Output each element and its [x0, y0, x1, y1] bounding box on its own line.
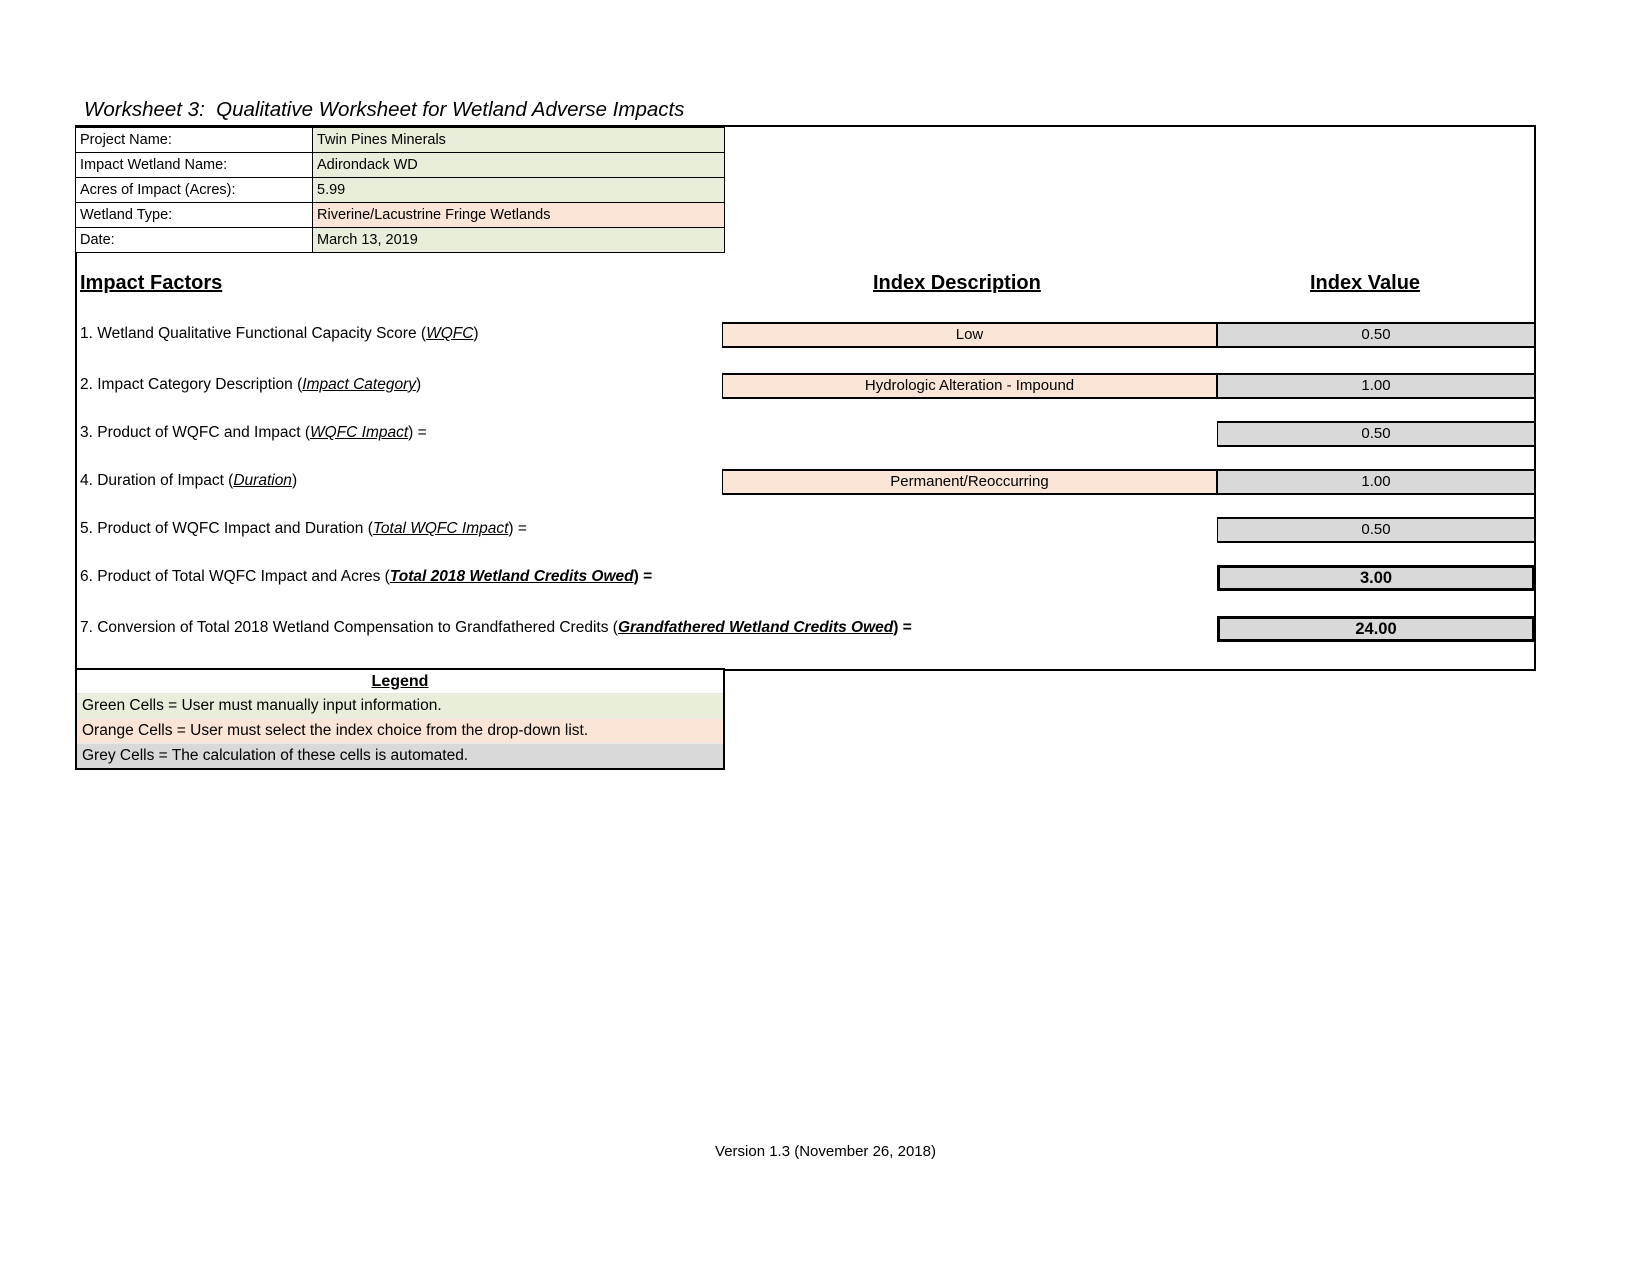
factor-term: Grandfathered Wetland Credits Owed	[617, 619, 894, 636]
factor-label-2: 2. Impact Category Description (Impact C…	[80, 375, 421, 395]
factor-term: WQFC Impact	[310, 424, 409, 441]
factor-text: Impact Category Description (	[97, 376, 303, 393]
info-row-label: Impact Wetland Name:	[75, 152, 313, 178]
factor-label-4: 4. Duration of Impact (Duration)	[80, 471, 297, 491]
index-value-5: 0.50	[1217, 517, 1535, 543]
factor-number: 5.	[80, 520, 98, 537]
factor-number: 3.	[80, 424, 98, 441]
legend-row-orange: Orange Cells = User must select the inde…	[77, 718, 723, 743]
column-header-index-description: Index Description	[873, 272, 1041, 294]
factor-text: Product of WQFC Impact and Duration (	[97, 520, 373, 537]
info-row-label: Acres of Impact (Acres):	[75, 177, 313, 203]
factor-text-after: ) =	[408, 424, 427, 441]
info-row-value-input[interactable]: Adirondack WD	[312, 152, 725, 178]
index-value-7: 24.00	[1217, 616, 1535, 642]
info-row-value-dropdown[interactable]: Riverine/Lacustrine Fringe Wetlands	[312, 202, 725, 228]
index-value-3: 0.50	[1217, 421, 1535, 447]
index-description-dropdown-1[interactable]: Low	[722, 322, 1217, 348]
factor-text-after: ) =	[633, 568, 653, 585]
factor-text-after: )	[415, 376, 422, 393]
factor-label-6: 6. Product of Total WQFC Impact and Acre…	[80, 567, 652, 587]
factor-term: Duration	[233, 472, 292, 489]
index-value-2: 1.00	[1217, 373, 1535, 399]
info-row-value-input[interactable]: March 13, 2019	[312, 227, 725, 253]
info-row-label: Wetland Type:	[75, 202, 313, 228]
factor-text-after: ) =	[893, 619, 912, 636]
legend-row-grey: Grey Cells = The calculation of these ce…	[77, 743, 723, 768]
info-row: Date: March 13, 2019	[75, 227, 725, 253]
info-row-label: Date:	[75, 227, 313, 253]
footer-version: Version 1.3 (November 26, 2018)	[715, 1143, 936, 1160]
factor-number: 7.	[80, 619, 98, 636]
factor-text: Product of WQFC and Impact (	[97, 424, 310, 441]
factor-term: Total 2018 Wetland Credits Owed	[389, 568, 634, 585]
info-row-value-input[interactable]: 5.99	[312, 177, 725, 203]
info-row: Wetland Type: Riverine/Lacustrine Fringe …	[75, 202, 725, 228]
factor-label-3: 3. Product of WQFC and Impact (WQFC Impa…	[80, 423, 427, 443]
info-row: Acres of Impact (Acres): 5.99	[75, 177, 725, 203]
index-value-4: 1.00	[1217, 469, 1535, 495]
project-info-table: Project Name: Twin Pines Minerals Impact W…	[75, 127, 725, 253]
factor-text-after: ) =	[508, 520, 527, 537]
factor-number: 2.	[80, 376, 98, 393]
factor-text-after: )	[291, 472, 298, 489]
legend-box: Legend Green Cells = User must manually …	[75, 668, 725, 770]
factor-label-5: 5. Product of WQFC Impact and Duration (…	[80, 519, 527, 539]
legend-title: Legend	[77, 670, 723, 693]
index-description-dropdown-4[interactable]: Permanent/Reoccurring	[722, 469, 1217, 495]
factor-term: Total WQFC Impact	[372, 520, 509, 537]
factor-term: Impact Category	[302, 376, 416, 393]
factor-text: Duration of Impact (	[97, 472, 234, 489]
factor-label-1: 1. Wetland Qualitative Functional Capaci…	[80, 324, 479, 344]
info-row: Impact Wetland Name: Adirondack WD	[75, 152, 725, 178]
factor-term: WQFC	[426, 325, 474, 342]
info-row-label: Project Name:	[75, 127, 313, 153]
index-value-6: 3.00	[1217, 565, 1535, 591]
column-header-impact-factors: Impact Factors	[80, 272, 223, 294]
index-description-dropdown-2[interactable]: Hydrologic Alteration - Impound	[722, 373, 1217, 399]
factor-number: 1.	[80, 325, 98, 342]
factor-text: Product of Total WQFC Impact and Acres (	[97, 568, 390, 585]
factor-text: Wetland Qualitative Functional Capacity …	[97, 325, 427, 342]
legend-row-green: Green Cells = User must manually input i…	[77, 693, 723, 718]
page-title: Worksheet 3: Qualitative Worksheet for W…	[84, 98, 685, 121]
factor-number: 4.	[80, 472, 98, 489]
factor-text-after: )	[473, 325, 479, 342]
index-value-1: 0.50	[1217, 322, 1535, 348]
factor-label-7: 7. Conversion of Total 2018 Wetland Comp…	[80, 618, 912, 638]
info-row: Project Name: Twin Pines Minerals	[75, 127, 725, 153]
factor-number: 6.	[80, 568, 98, 585]
factor-text: Conversion of Total 2018 Wetland Compens…	[97, 619, 618, 636]
info-row-value-input[interactable]: Twin Pines Minerals	[312, 127, 725, 153]
column-header-index-value: Index Value	[1310, 272, 1421, 294]
